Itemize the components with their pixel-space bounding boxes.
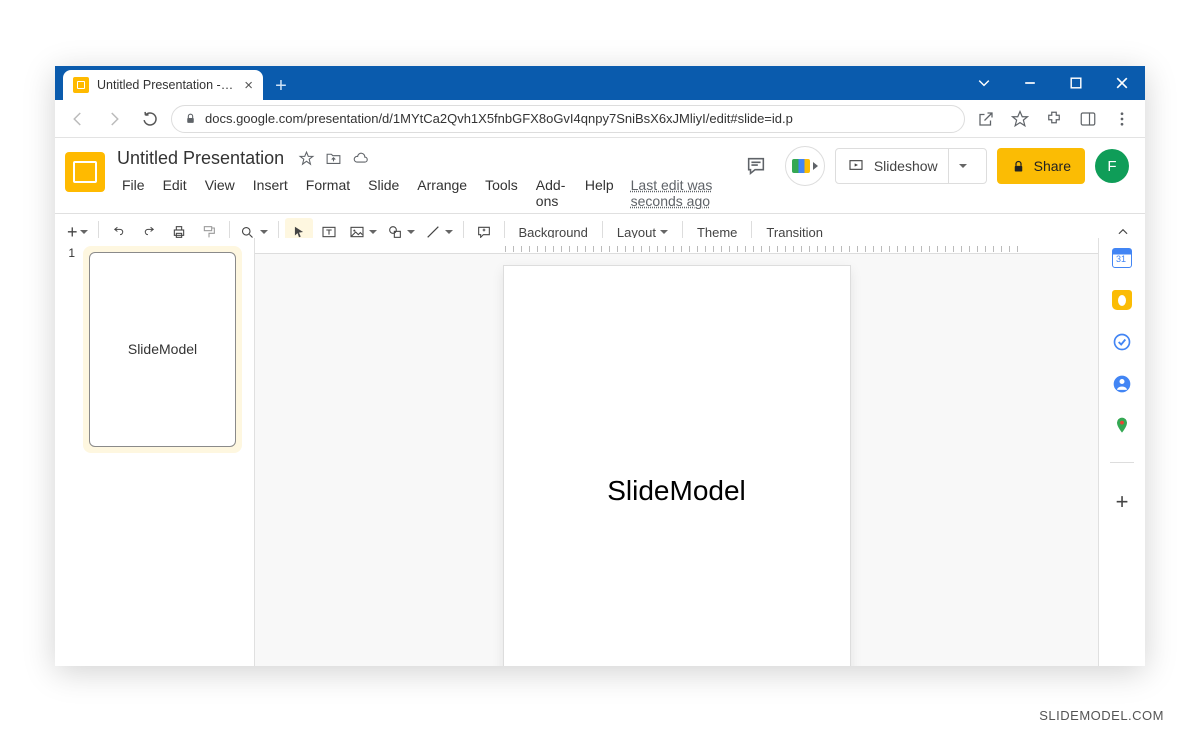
- slide-thumbnail[interactable]: SlideModel: [89, 252, 236, 447]
- slide-thumbnail-row[interactable]: 1 SlideModel: [63, 246, 242, 453]
- extensions-icon[interactable]: [1039, 104, 1069, 134]
- side-panel: 31 +: [1099, 238, 1145, 666]
- contacts-icon[interactable]: [1112, 374, 1132, 394]
- slideshow-options-caret[interactable]: [948, 149, 978, 183]
- meet-button[interactable]: [785, 146, 825, 186]
- last-edit-status[interactable]: Last edit was seconds ago: [631, 173, 729, 213]
- menu-edit[interactable]: Edit: [154, 173, 196, 213]
- window-controls: [961, 66, 1145, 100]
- menu-arrange[interactable]: Arrange: [408, 173, 476, 213]
- slides-logo[interactable]: [65, 152, 105, 192]
- menu-format[interactable]: Format: [297, 173, 359, 213]
- move-icon[interactable]: [325, 150, 342, 167]
- cloud-status-icon[interactable]: [352, 150, 369, 167]
- share-label: Share: [1034, 158, 1071, 174]
- menu-tools[interactable]: Tools: [476, 173, 527, 213]
- sidepanel-divider: [1110, 462, 1134, 463]
- window-maximize-icon[interactable]: [1053, 66, 1099, 100]
- menu-file[interactable]: File: [113, 173, 154, 213]
- lock-icon: [184, 112, 197, 125]
- calendar-icon[interactable]: 31: [1112, 248, 1132, 268]
- canvas[interactable]: SlideModel: [255, 254, 1098, 666]
- tab-strip: Untitled Presentation - Google S × +: [55, 66, 295, 100]
- menu-insert[interactable]: Insert: [244, 173, 297, 213]
- get-addons-icon[interactable]: +: [1116, 489, 1129, 515]
- document-title[interactable]: Untitled Presentation: [113, 146, 288, 171]
- lock-icon: [1011, 159, 1026, 174]
- window-close-icon[interactable]: [1099, 66, 1145, 100]
- work-area: 1 SlideModel SlideModel 31 +: [55, 238, 1145, 666]
- menu-bar: File Edit View Insert Format Slide Arran…: [113, 173, 729, 213]
- ruler-horizontal: [255, 238, 1098, 254]
- slide-page[interactable]: SlideModel: [504, 266, 850, 666]
- sidepanel-toggle-icon[interactable]: [1073, 104, 1103, 134]
- account-avatar[interactable]: F: [1095, 149, 1129, 183]
- maps-icon[interactable]: [1112, 416, 1132, 436]
- menu-slide[interactable]: Slide: [359, 173, 408, 213]
- caret-down-icon: [813, 162, 818, 170]
- browser-tab[interactable]: Untitled Presentation - Google S ×: [63, 70, 263, 100]
- tab-title: Untitled Presentation - Google S: [97, 78, 236, 92]
- forward-button[interactable]: [99, 104, 129, 134]
- bookmark-icon[interactable]: [1005, 104, 1035, 134]
- header-actions: Slideshow Share F: [737, 146, 1129, 186]
- window-minimize-icon[interactable]: [1007, 66, 1053, 100]
- meet-icon: [792, 159, 810, 173]
- slideshow-button[interactable]: Slideshow: [835, 148, 987, 184]
- share-button[interactable]: Share: [997, 148, 1085, 184]
- chrome-menu-icon[interactable]: [1107, 104, 1137, 134]
- back-button[interactable]: [63, 104, 93, 134]
- browser-window: Untitled Presentation - Google S × + doc…: [55, 66, 1145, 666]
- menu-help[interactable]: Help: [576, 173, 623, 213]
- new-tab-button[interactable]: +: [267, 72, 295, 100]
- comments-button[interactable]: [737, 147, 775, 185]
- tasks-icon[interactable]: [1112, 332, 1132, 352]
- close-tab-icon[interactable]: ×: [244, 77, 253, 94]
- app-header: Untitled Presentation File Edit View Ins…: [55, 138, 1145, 213]
- slide-filmstrip: 1 SlideModel: [55, 238, 255, 666]
- slideshow-label: Slideshow: [874, 158, 938, 174]
- slide-number: 1: [63, 246, 75, 453]
- url-text: docs.google.com/presentation/d/1MYtCa2Qv…: [205, 111, 793, 126]
- window-titlebar: Untitled Presentation - Google S × +: [55, 66, 1145, 100]
- watermark-text: SLIDEMODEL.COM: [1039, 708, 1164, 723]
- window-dropdown-icon[interactable]: [961, 66, 1007, 100]
- reload-button[interactable]: [135, 104, 165, 134]
- canvas-area: SlideModel: [255, 238, 1099, 666]
- star-icon[interactable]: [298, 150, 315, 167]
- url-bar: docs.google.com/presentation/d/1MYtCa2Qv…: [55, 100, 1145, 138]
- keep-icon[interactable]: [1112, 290, 1132, 310]
- slide-thumbnail-wrap: SlideModel: [83, 246, 242, 453]
- chrome-actions: [971, 104, 1137, 134]
- slides-favicon: [73, 77, 89, 93]
- present-icon: [848, 158, 864, 174]
- menu-view[interactable]: View: [196, 173, 244, 213]
- share-page-icon[interactable]: [971, 104, 1001, 134]
- menu-addons[interactable]: Add-ons: [527, 173, 576, 213]
- address-bar[interactable]: docs.google.com/presentation/d/1MYtCa2Qv…: [171, 105, 965, 133]
